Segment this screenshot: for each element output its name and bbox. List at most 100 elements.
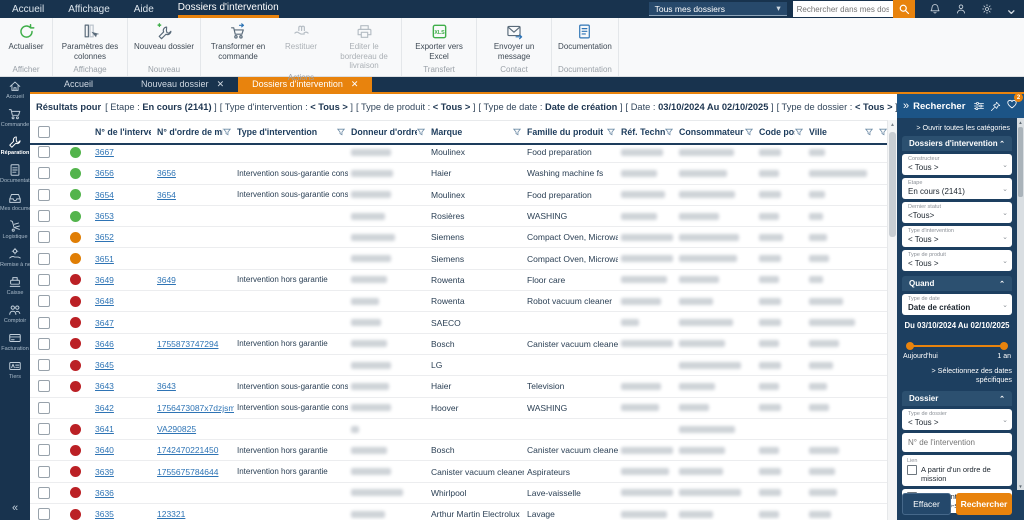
mission-order-link[interactable]: 3654 [157, 190, 176, 200]
column-header-label[interactable]: Consommateur [679, 127, 744, 137]
filter-icon[interactable] [665, 128, 673, 136]
row-checkbox[interactable] [38, 231, 50, 244]
mission-order-link[interactable]: 123321 [157, 509, 185, 519]
table-row[interactable]: 3647 SAECO [30, 312, 888, 334]
mission-order-link[interactable]: 1742470221450 [157, 445, 218, 455]
filter-select-dernier-statut[interactable]: Dernier statut <Tous> ⌄ [902, 202, 1012, 223]
column-header-label[interactable]: Ville [809, 127, 827, 137]
open-all-categories-link[interactable]: > Ouvrir toutes les catégories [897, 118, 1024, 136]
row-checkbox[interactable] [38, 188, 50, 201]
intervention-number-link[interactable]: 3643 [95, 381, 114, 391]
ribbon-button-nouveau-dossier[interactable]: Nouveau dossier [128, 18, 200, 63]
ribbon-button-exporter-vers-excel[interactable]: XLS Exporter vers Excel [402, 18, 476, 63]
ribbon-button-envoyer-un-message[interactable]: Envoyer un message [477, 18, 551, 63]
row-checkbox[interactable] [38, 295, 50, 308]
filter-icon[interactable] [879, 128, 887, 136]
date-type-select[interactable]: Type de date Date de création ⌄ [902, 294, 1012, 315]
row-checkbox[interactable] [38, 210, 50, 223]
intervention-number-link[interactable]: 3651 [95, 254, 114, 264]
intervention-number-link[interactable]: 3648 [95, 296, 114, 306]
gear-icon[interactable] [981, 3, 993, 15]
row-checkbox[interactable] [38, 146, 50, 159]
intervention-number-link[interactable]: 3639 [95, 467, 114, 477]
dossier-type-select[interactable]: Type de dossier < Tous > ⌄ [902, 409, 1012, 430]
section-header[interactable]: Dossier ⌃ [902, 391, 1012, 406]
mission-order-checkbox[interactable] [907, 465, 917, 475]
intervention-number-link[interactable]: 3641 [95, 424, 114, 434]
intervention-number-link[interactable]: 3654 [95, 190, 114, 200]
table-row[interactable]: 3635 123321 Arthur Martin Electrolux Lavage [30, 504, 888, 520]
mission-order-link[interactable]: 3649 [157, 275, 176, 285]
bell-icon[interactable] [929, 3, 941, 15]
row-checkbox[interactable] [38, 273, 50, 286]
section-header[interactable]: Quand ⌃ [902, 276, 1012, 291]
sidebar-collapse-icon[interactable]: « [12, 502, 18, 514]
filter-icon[interactable] [745, 128, 753, 136]
table-row[interactable]: 3667 Moulinex Food preparation [30, 142, 888, 164]
slider-handle-left[interactable] [906, 342, 914, 350]
date-range-slider[interactable] [906, 342, 1008, 350]
table-row[interactable]: 3653 Rosières WASHING [30, 206, 888, 228]
scroll-up-icon[interactable]: ▲ [1017, 118, 1024, 126]
table-row[interactable]: 3646 1755873747294 Intervention hors garan… [30, 334, 888, 355]
row-checkbox[interactable] [38, 359, 50, 372]
filter-icon[interactable] [607, 128, 615, 136]
intervention-number-link[interactable]: 3645 [95, 360, 114, 370]
search-button[interactable] [892, 0, 915, 18]
table-row[interactable]: 3651 Siemens Compact Oven, Microwave [30, 248, 888, 270]
table-row[interactable]: 3639 1755675784644 Intervention hors garan… [30, 461, 888, 483]
row-checkbox[interactable] [38, 337, 50, 350]
filter-icon[interactable] [337, 128, 345, 136]
specific-dates-link[interactable]: > Sélectionnez des dates spécifiques [902, 360, 1012, 386]
slider-handle-right[interactable] [1000, 342, 1008, 350]
column-header-label[interactable]: Code postal [759, 127, 795, 137]
scrollbar-thumb[interactable] [1018, 127, 1023, 197]
chevron-down-icon[interactable]: ⌄ [1005, 0, 1018, 19]
table-scrollbar[interactable]: ▲ [887, 120, 897, 520]
column-header-label[interactable]: Donneur d'ordre [351, 127, 417, 137]
clear-button[interactable]: Effacer [902, 493, 951, 515]
tab-accueil[interactable]: Accueil [30, 76, 127, 92]
filter-select-etape[interactable]: Etape En cours (2141) ⌄ [902, 178, 1012, 199]
ribbon-button-param-tres-des-colonnes[interactable]: Paramètres des colonnes [53, 18, 127, 63]
intervention-number-link[interactable]: 3647 [95, 318, 114, 328]
menu-item[interactable]: Affichage [68, 0, 110, 18]
row-checkbox[interactable] [38, 252, 50, 265]
filter-select-constructeur[interactable]: Constructeur < Tous > ⌄ [902, 154, 1012, 175]
menu-item[interactable]: Accueil [12, 0, 44, 18]
filter-icon[interactable] [513, 128, 521, 136]
column-header-label[interactable]: Réf. Technique [621, 127, 665, 137]
scroll-up-icon[interactable]: ▲ [888, 120, 897, 130]
table-row[interactable]: 3642 1756473087x7dzjsmoPgIntervention sou… [30, 398, 888, 419]
scrollbar-thumb[interactable] [889, 132, 896, 237]
table-row[interactable]: 3654 3654 Intervention sous-garantie const… [30, 185, 888, 206]
filter-settings-icon[interactable] [973, 100, 985, 112]
mission-order-link[interactable]: VA290825 [157, 424, 196, 434]
global-search-input[interactable] [792, 1, 893, 17]
sidebar-item-comptoir[interactable]: Comptoir [0, 303, 30, 325]
ribbon-button-actualiser[interactable]: Actualiser [0, 18, 52, 63]
collapse-panel-icon[interactable]: » [903, 100, 909, 112]
filter-icon[interactable] [417, 128, 425, 136]
mission-order-link[interactable]: 3643 [157, 381, 176, 391]
row-checkbox[interactable] [38, 444, 50, 457]
row-checkbox[interactable] [38, 508, 50, 520]
sidebar-item-mes-documents[interactable]: Mes documents [0, 191, 30, 213]
scope-dropdown[interactable]: Tous mes dossiers ▾ [648, 2, 787, 16]
row-checkbox[interactable] [38, 486, 50, 499]
table-row[interactable]: 3636 Whirlpool Lave-vaisselle [30, 483, 888, 505]
mission-order-link[interactable]: 3656 [157, 168, 176, 178]
row-checkbox[interactable] [38, 167, 50, 180]
intervention-number-link[interactable]: 3635 [95, 509, 114, 519]
table-row[interactable]: 3656 3656 Intervention sous-garantie const… [30, 163, 888, 185]
pin-icon[interactable] [990, 101, 1001, 112]
panel-scrollbar[interactable]: ▲ ▼ [1017, 118, 1024, 490]
filter-icon[interactable] [795, 128, 803, 136]
column-header-label[interactable]: Type d'intervention [237, 127, 317, 137]
column-header-label[interactable]: N° de l'intervention [95, 127, 151, 137]
select-all-checkbox[interactable] [38, 126, 50, 138]
table-row[interactable]: 3645 LG [30, 355, 888, 377]
sidebar-item-accueil[interactable]: Accueil [0, 79, 30, 101]
filter-icon[interactable] [865, 128, 873, 136]
sidebar-item-logistique[interactable]: Logistique [0, 219, 30, 241]
